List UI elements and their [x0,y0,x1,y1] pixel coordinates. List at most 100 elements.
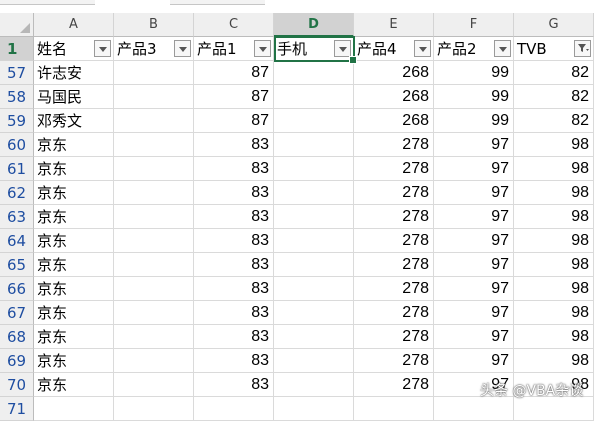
cell-a68[interactable]: 京东 [34,325,114,349]
cell-c58[interactable]: 87 [194,85,274,109]
cell-b62[interactable] [114,181,194,205]
filter-dropdown-icon[interactable] [494,40,511,57]
cell-d69[interactable] [274,349,354,373]
cell-a61[interactable]: 京东 [34,157,114,181]
cell-e60[interactable]: 278 [354,133,434,157]
row-header-1[interactable]: 1 [0,37,34,61]
cell-g66[interactable]: 98 [514,277,594,301]
row-header-60[interactable]: 60 [0,133,34,157]
cell-a63[interactable]: 京东 [34,205,114,229]
cell-f67[interactable]: 97 [434,301,514,325]
cell-e61[interactable]: 278 [354,157,434,181]
cell-g67[interactable]: 98 [514,301,594,325]
cell-g59[interactable]: 82 [514,109,594,133]
cell-c62[interactable]: 83 [194,181,274,205]
column-header-e[interactable]: E [354,13,434,37]
cell-c64[interactable]: 83 [194,229,274,253]
row-header-59[interactable]: 59 [0,109,34,133]
row-header-58[interactable]: 58 [0,85,34,109]
cell-b61[interactable] [114,157,194,181]
cell-f66[interactable]: 97 [434,277,514,301]
cell-c57[interactable]: 87 [194,61,274,85]
filter-dropdown-icon[interactable] [334,40,351,57]
cell-e62[interactable]: 278 [354,181,434,205]
header-cell-a[interactable]: 姓名 [34,37,114,61]
cell-f63[interactable]: 97 [434,205,514,229]
cell-b65[interactable] [114,253,194,277]
row-header-68[interactable]: 68 [0,325,34,349]
select-all-corner[interactable] [0,13,34,37]
cell-b58[interactable] [114,85,194,109]
cell-a71[interactable] [34,397,114,421]
cell-d59[interactable] [274,109,354,133]
cell-b70[interactable] [114,373,194,397]
cell-c71[interactable] [194,397,274,421]
cell-d62[interactable] [274,181,354,205]
cell-d70[interactable] [274,373,354,397]
cell-c66[interactable]: 83 [194,277,274,301]
cell-a57[interactable]: 许志安 [34,61,114,85]
cell-a66[interactable]: 京东 [34,277,114,301]
header-cell-g[interactable]: TVB [514,37,594,61]
cell-e63[interactable]: 278 [354,205,434,229]
cell-c67[interactable]: 83 [194,301,274,325]
cell-f71[interactable] [434,397,514,421]
cell-g61[interactable]: 98 [514,157,594,181]
cell-c68[interactable]: 83 [194,325,274,349]
row-header-69[interactable]: 69 [0,349,34,373]
cell-e58[interactable]: 268 [354,85,434,109]
cell-c60[interactable]: 83 [194,133,274,157]
row-header-70[interactable]: 70 [0,373,34,397]
row-header-64[interactable]: 64 [0,229,34,253]
cell-c63[interactable]: 83 [194,205,274,229]
cell-g63[interactable]: 98 [514,205,594,229]
cell-f59[interactable]: 99 [434,109,514,133]
cell-d66[interactable] [274,277,354,301]
header-cell-e[interactable]: 产品4 [354,37,434,61]
cell-a65[interactable]: 京东 [34,253,114,277]
row-header-67[interactable]: 67 [0,301,34,325]
column-header-a[interactable]: A [34,13,114,37]
cell-d63[interactable] [274,205,354,229]
header-cell-d[interactable]: 手机 [274,37,354,61]
cell-g62[interactable]: 98 [514,181,594,205]
row-header-71[interactable]: 71 [0,397,34,421]
cell-e71[interactable] [354,397,434,421]
cell-d67[interactable] [274,301,354,325]
sheet-tab[interactable] [170,0,265,5]
cell-g64[interactable]: 98 [514,229,594,253]
cell-c61[interactable]: 83 [194,157,274,181]
column-header-d[interactable]: D [274,13,354,37]
cell-b59[interactable] [114,109,194,133]
filter-dropdown-icon[interactable] [414,40,431,57]
cell-e59[interactable]: 268 [354,109,434,133]
cell-f64[interactable]: 97 [434,229,514,253]
row-header-62[interactable]: 62 [0,181,34,205]
cell-d60[interactable] [274,133,354,157]
cell-a67[interactable]: 京东 [34,301,114,325]
cell-e64[interactable]: 278 [354,229,434,253]
cell-g68[interactable]: 98 [514,325,594,349]
cell-g69[interactable]: 98 [514,349,594,373]
cell-g60[interactable]: 98 [514,133,594,157]
row-header-63[interactable]: 63 [0,205,34,229]
cell-d57[interactable] [274,61,354,85]
column-header-g[interactable]: G [514,13,594,37]
cell-f68[interactable]: 97 [434,325,514,349]
cell-b67[interactable] [114,301,194,325]
column-header-b[interactable]: B [114,13,194,37]
cell-g58[interactable]: 82 [514,85,594,109]
filter-dropdown-icon[interactable] [174,40,191,57]
cell-d71[interactable] [274,397,354,421]
cell-a59[interactable]: 邓秀文 [34,109,114,133]
cell-e66[interactable]: 278 [354,277,434,301]
cell-b60[interactable] [114,133,194,157]
cell-b71[interactable] [114,397,194,421]
cell-g71[interactable] [514,397,594,421]
cell-c65[interactable]: 83 [194,253,274,277]
cell-c59[interactable]: 87 [194,109,274,133]
header-cell-b[interactable]: 产品3 [114,37,194,61]
cell-a69[interactable]: 京东 [34,349,114,373]
cell-f65[interactable]: 97 [434,253,514,277]
cell-f62[interactable]: 97 [434,181,514,205]
